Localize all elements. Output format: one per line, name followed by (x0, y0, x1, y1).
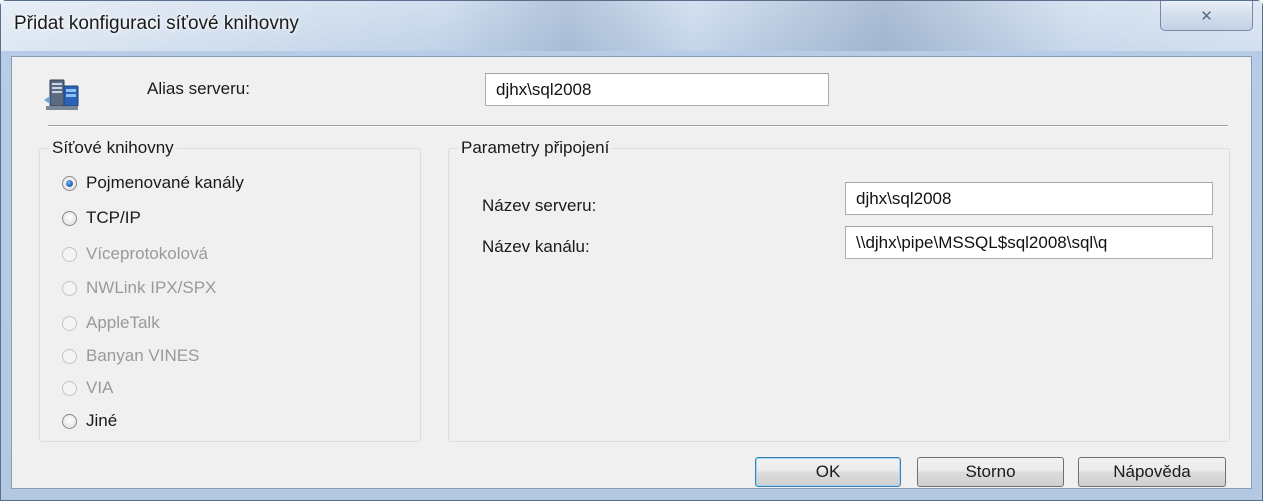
radio-banyan-vines: Banyan VINES (62, 345, 199, 367)
alias-input[interactable]: djhx\sql2008 (485, 73, 829, 106)
radio-other[interactable]: Jiné (62, 410, 117, 432)
ok-button[interactable]: OK (755, 457, 901, 487)
network-libraries-title: Síťové knihovny (49, 138, 177, 158)
pipe-name-label: Název kanálu: (482, 237, 590, 256)
radio-checked-icon (62, 175, 77, 191)
radio-disabled-icon (62, 315, 77, 331)
radio-appletalk: AppleTalk (62, 312, 160, 334)
window-title: Přidat konfiguraci síťové knihovny (14, 13, 299, 34)
title-bar[interactable]: Přidat konfiguraci síťové knihovny ✕ (1, 1, 1262, 51)
connection-params-group: Parametry připojení Název serveru: djhx\… (448, 138, 1230, 442)
dialog-window: Přidat konfiguraci síťové knihovny ✕ Ali… (0, 0, 1263, 501)
radio-icon (62, 210, 77, 226)
connection-params-title: Parametry připojení (458, 138, 613, 158)
close-button[interactable]: ✕ (1160, 1, 1253, 31)
close-icon: ✕ (1200, 7, 1213, 25)
radio-nwlink: NWLink IPX/SPX (62, 277, 216, 299)
radio-tcpip[interactable]: TCP/IP (62, 207, 141, 229)
help-button[interactable]: Nápověda (1078, 457, 1226, 487)
radio-via: VIA (62, 377, 113, 399)
server-name-input[interactable]: djhx\sql2008 (845, 182, 1213, 215)
radio-disabled-icon (62, 348, 77, 364)
radio-named-pipes[interactable]: Pojmenované kanály (62, 172, 244, 194)
radio-multiprotocol: Víceprotokolová (62, 243, 208, 265)
radio-disabled-icon (62, 246, 77, 262)
network-libraries-group: Síťové knihovny Pojmenované kanály TCP/I… (39, 138, 421, 442)
server-network-icon (44, 79, 79, 110)
cancel-button[interactable]: Storno (917, 457, 1064, 487)
separator (48, 125, 1228, 127)
radio-disabled-icon (62, 280, 77, 296)
alias-label: Alias serveru: (147, 79, 250, 98)
dialog-client-area: Alias serveru: djhx\sql2008 Síťové kniho… (11, 56, 1252, 489)
server-name-label: Název serveru: (482, 196, 597, 215)
radio-disabled-icon (62, 380, 77, 396)
pipe-name-input[interactable]: \\djhx\pipe\MSSQL$sql2008\sql\q (845, 226, 1213, 259)
radio-icon (62, 413, 77, 429)
